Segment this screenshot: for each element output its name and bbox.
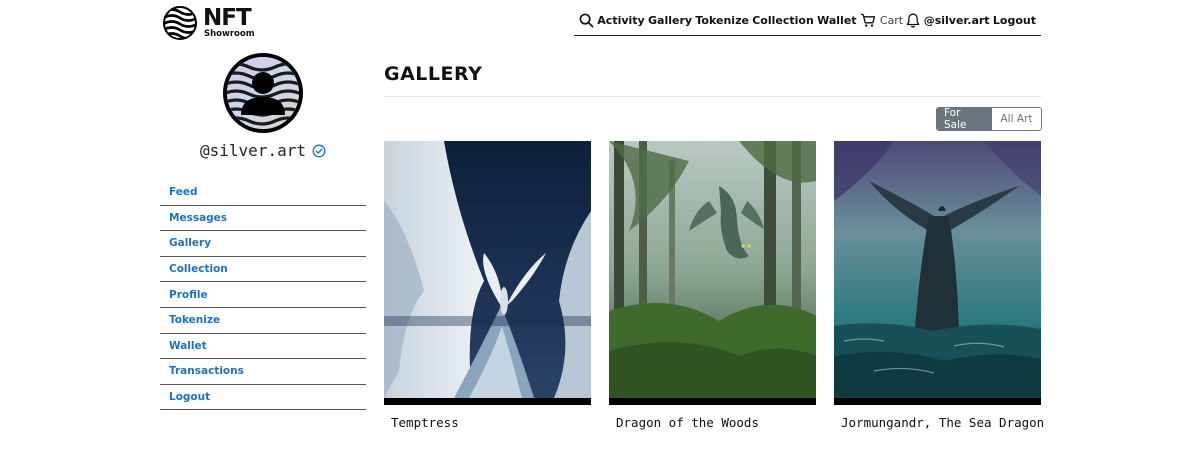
brand-logo[interactable]: NFT Showroom	[163, 5, 258, 41]
artwork-title[interactable]: Jormungandr, The Sea Dragon	[834, 415, 1044, 430]
avatar[interactable]	[223, 53, 303, 133]
nav-tokenize[interactable]: Tokenize	[695, 14, 749, 27]
artwork-image[interactable]	[609, 141, 816, 398]
artwork-card[interactable]: Dragon of the Woods	[609, 141, 816, 430]
sidebar-item-messages[interactable]: Messages	[160, 206, 366, 232]
nav-collection[interactable]: Collection	[752, 14, 814, 27]
all-art-button[interactable]: All Art	[992, 108, 1041, 130]
sidebar-item-tokenize[interactable]: Tokenize	[160, 308, 366, 334]
artwork-bar	[834, 398, 1041, 405]
sidebar-item-feed[interactable]: Feed	[160, 180, 366, 206]
verified-icon	[312, 144, 326, 157]
nav-gallery[interactable]: Gallery	[648, 14, 692, 27]
for-sale-button[interactable]: For Sale	[937, 108, 992, 130]
brand-name: NFT	[203, 5, 252, 32]
artwork-card[interactable]: Temptress	[384, 141, 591, 430]
cart-icon	[860, 13, 875, 27]
title-divider	[384, 96, 1041, 97]
nav-user[interactable]: @silver.art	[924, 14, 990, 27]
artwork-image[interactable]	[834, 141, 1041, 398]
sidebar-item-gallery[interactable]: Gallery	[160, 231, 366, 257]
nav-activity[interactable]: Activity	[597, 14, 644, 27]
artwork-title[interactable]: Temptress	[384, 415, 591, 430]
brand-tagline: Showroom	[204, 29, 255, 40]
nav-logout[interactable]: Logout	[993, 14, 1036, 27]
search-icon[interactable]	[579, 13, 594, 28]
nft-logo-icon	[163, 6, 197, 40]
user-avatar-icon	[227, 57, 299, 129]
artwork-card[interactable]: Jormungandr, The Sea Dragon	[834, 141, 1044, 430]
cart-link[interactable]: Cart	[860, 13, 903, 28]
sale-filter-toggle: For Sale All Art	[936, 107, 1042, 131]
artwork-bar	[384, 398, 591, 405]
artwork-title[interactable]: Dragon of the Woods	[609, 415, 816, 430]
page-title: GALLERY	[384, 63, 483, 85]
sidebar-navigation: Feed Messages Gallery Collection Profile…	[160, 180, 366, 411]
artwork-image[interactable]	[384, 141, 591, 398]
artwork-bar	[609, 398, 816, 405]
cart-label: Cart	[879, 14, 904, 27]
sidebar-item-profile[interactable]: Profile	[160, 282, 366, 308]
sidebar-item-wallet[interactable]: Wallet	[160, 334, 366, 360]
profile-username: @silver.art	[160, 141, 366, 160]
nav-wallet[interactable]: Wallet	[817, 14, 856, 27]
top-navigation: Activity Gallery Tokenize Collection Wal…	[574, 6, 1041, 36]
bell-icon[interactable]	[906, 13, 920, 28]
username-text: @silver.art	[200, 141, 306, 160]
sidebar-item-transactions[interactable]: Transactions	[160, 359, 366, 385]
sidebar-item-logout[interactable]: Logout	[160, 385, 366, 411]
sidebar-item-collection[interactable]: Collection	[160, 257, 366, 283]
